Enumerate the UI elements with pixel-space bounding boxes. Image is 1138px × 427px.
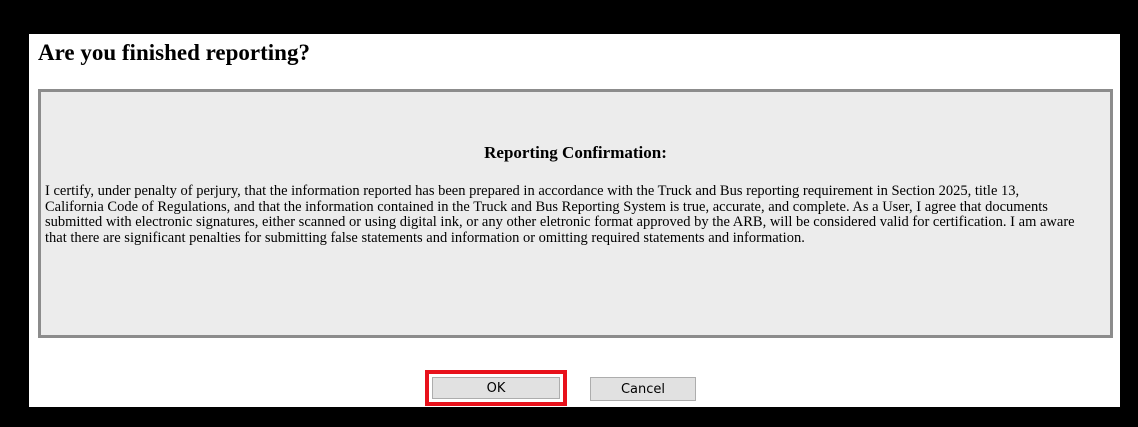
dialog-title: Are you finished reporting? <box>38 40 310 65</box>
confirmation-panel: Reporting Confirmation: I certify, under… <box>38 89 1113 338</box>
cancel-button[interactable]: Cancel <box>590 377 696 401</box>
confirmation-heading: Reporting Confirmation: <box>484 143 667 162</box>
confirmation-dialog: Are you finished reporting? Reporting Co… <box>29 34 1120 407</box>
certification-text: I certify, under penalty of perjury, tha… <box>45 183 1075 246</box>
ok-button[interactable]: OK <box>432 377 560 399</box>
